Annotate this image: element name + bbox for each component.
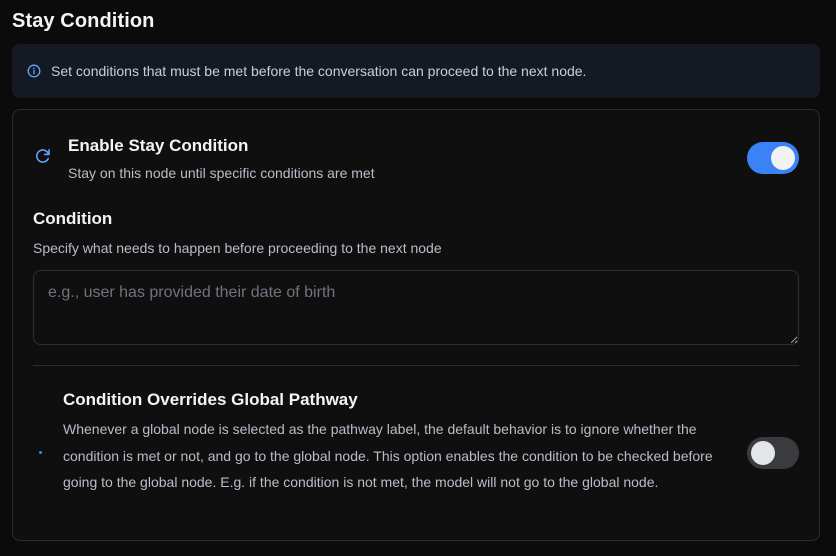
toggle-knob	[771, 146, 795, 170]
stay-condition-card: Enable Stay Condition Stay on this node …	[12, 109, 820, 541]
enable-stay-condition-row: Enable Stay Condition Stay on this node …	[33, 134, 799, 186]
override-global-pathway-title: Condition Overrides Global Pathway	[63, 390, 358, 409]
toggle-knob	[751, 441, 775, 465]
enable-stay-condition-toggle[interactable]	[747, 142, 799, 174]
info-banner: Set conditions that must be met before t…	[12, 44, 820, 98]
section-title: Stay Condition	[12, 10, 155, 32]
enable-stay-condition-title: Enable Stay Condition	[68, 136, 249, 155]
divider	[33, 365, 799, 366]
enable-stay-condition-description: Stay on this node until specific conditi…	[68, 165, 375, 181]
info-banner-text: Set conditions that must be met before t…	[51, 63, 587, 79]
bullet-dot	[39, 451, 42, 454]
info-circle-icon	[27, 64, 41, 78]
override-global-pathway-description: Whenever a global node is selected as th…	[63, 421, 713, 490]
override-global-pathway-toggle[interactable]	[747, 437, 799, 469]
condition-title: Condition	[33, 209, 113, 228]
condition-input[interactable]	[33, 270, 799, 345]
condition-description: Specify what needs to happen before proc…	[33, 240, 442, 256]
refresh-icon	[33, 146, 53, 166]
stay-condition-panel: Stay Condition Set conditions that must …	[0, 0, 836, 556]
